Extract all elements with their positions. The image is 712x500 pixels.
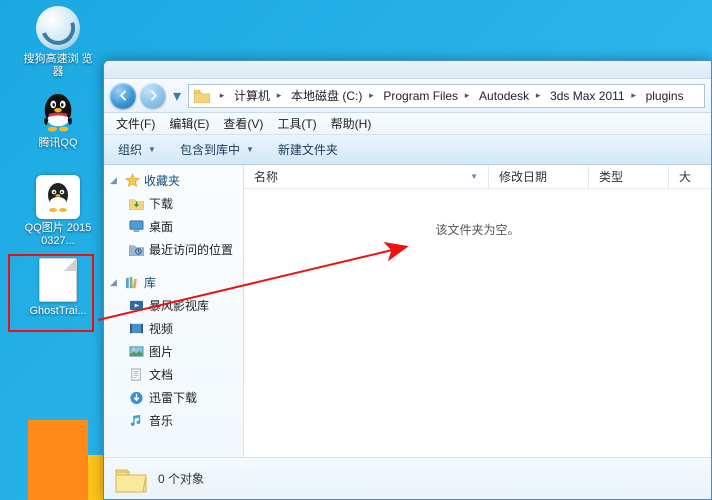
column-header-type[interactable]: 类型 [589,165,669,188]
sort-indicator-icon: ▼ [470,172,478,181]
expand-caret-icon: ◢ [110,175,120,186]
qq-penguin-icon [36,90,80,134]
storm-video-icon [128,298,144,314]
status-item-count: 0 个对象 [158,470,204,487]
column-label: 名称 [254,168,278,185]
desktop-icon-label: QQ图片 20150327... [22,222,94,248]
breadcrumb-segment[interactable]: 计算机 [229,85,272,107]
column-headers: 名称 ▼ 修改日期 类型 大 [244,165,711,189]
content-pane: 名称 ▼ 修改日期 类型 大 该文件夹为空。 [244,165,711,457]
breadcrumb-chevron-icon[interactable]: ▸ [627,85,641,107]
nav-header-libraries[interactable]: ◢ 库 [106,271,241,294]
toolbar-include-in-library[interactable]: 包含到库中 ▼ [174,138,260,161]
nav-item-storm-video[interactable]: 暴风影视库 [106,294,241,317]
breadcrumb: ▸ 计算机 ▸ 本地磁盘 (C:) ▸ Program Files ▸ Auto… [188,84,705,108]
menu-file[interactable]: 文件(F) [110,113,161,134]
image-file-icon [36,175,80,219]
dropdown-caret-icon: ▼ [246,145,254,154]
toolbar-new-folder[interactable]: 新建文件夹 [272,138,344,161]
sogou-icon [36,6,80,50]
music-icon [128,413,144,429]
desktop-icon-label: 腾讯QQ [22,137,94,150]
menu-tools[interactable]: 工具(T) [271,113,322,134]
recent-places-icon [128,242,144,258]
desktop-icon-tencent-qq[interactable]: 腾讯QQ [22,90,94,150]
nav-header-label: 库 [144,274,156,291]
column-header-size[interactable]: 大 [669,165,711,188]
libraries-icon [124,275,140,291]
toolbar-label: 包含到库中 [180,141,240,158]
column-header-name[interactable]: 名称 ▼ [244,165,489,188]
menu-help[interactable]: 帮助(H) [325,113,378,134]
pictures-icon [128,344,144,360]
xunlei-download-icon [128,390,144,406]
breadcrumb-segment[interactable]: 本地磁盘 (C:) [286,85,364,107]
folder-thumbnail-icon [114,464,148,494]
file-list-body[interactable]: 该文件夹为空。 [244,189,711,457]
nav-group-favorites: ◢ 收藏夹 下载 桌面 最近访问的位置 [106,169,241,261]
breadcrumb-segment[interactable]: Program Files [378,85,460,107]
nav-item-music[interactable]: 音乐 [106,409,241,432]
breadcrumb-chevron-icon[interactable]: ▸ [531,85,545,107]
nav-item-label: 视频 [149,320,173,337]
nav-item-label: 文档 [149,366,173,383]
nav-item-label: 音乐 [149,412,173,429]
nav-item-label: 图片 [149,343,173,360]
breadcrumb-root-dropdown[interactable]: ▸ [215,85,229,107]
nav-item-downloads[interactable]: 下载 [106,192,241,215]
dropdown-caret-icon: ▼ [148,145,156,154]
nav-item-recent[interactable]: 最近访问的位置 [106,238,241,261]
empty-folder-message: 该文件夹为空。 [435,221,519,238]
nav-header-favorites[interactable]: ◢ 收藏夹 [106,169,241,192]
nav-header-label: 收藏夹 [144,172,180,189]
nav-forward-button[interactable] [140,83,166,109]
desktop-icon-label: GhostTrai... [22,305,94,318]
explorer-window: ▾ ▸ 计算机 ▸ 本地磁盘 (C:) ▸ Program Files ▸ Au… [103,60,712,500]
expand-caret-icon: ◢ [110,277,120,288]
desktop-deco-orange [28,420,88,500]
breadcrumb-segment[interactable]: Autodesk [474,85,531,107]
window-titlebar[interactable] [104,61,711,79]
nav-history-dropdown[interactable]: ▾ [170,85,184,107]
nav-item-pictures[interactable]: 图片 [106,340,241,363]
navigation-pane: ◢ 收藏夹 下载 桌面 最近访问的位置 [104,165,244,457]
desktop-icon-sogou-browser[interactable]: 搜狗高速浏 览器 [22,6,94,79]
downloads-folder-icon [128,196,144,212]
nav-item-xunlei[interactable]: 迅雷下载 [106,386,241,409]
nav-item-documents[interactable]: 文档 [106,363,241,386]
desktop-icon-ghosttrails-file[interactable]: GhostTrai... [22,258,94,318]
folder-icon [192,86,212,106]
menubar: 文件(F) 编辑(E) 查看(V) 工具(T) 帮助(H) [104,113,711,135]
nav-item-label: 最近访问的位置 [149,241,233,258]
column-header-date[interactable]: 修改日期 [489,165,589,188]
nav-item-desktop[interactable]: 桌面 [106,215,241,238]
nav-item-label: 迅雷下载 [149,389,197,406]
status-bar: 0 个对象 [104,457,711,499]
toolbar-organize[interactable]: 组织 ▼ [112,138,162,161]
desktop-icon-label: 搜狗高速浏 览器 [22,53,94,79]
desktop-icon [128,219,144,235]
menu-view[interactable]: 查看(V) [217,113,269,134]
documents-icon [128,367,144,383]
star-icon [124,173,140,189]
breadcrumb-segment[interactable]: 3ds Max 2011 [545,85,627,107]
nav-group-libraries: ◢ 库 暴风影视库 视频 图片 文档 [106,271,241,432]
video-icon [128,321,144,337]
breadcrumb-chevron-icon[interactable]: ▸ [364,85,378,107]
nav-back-button[interactable] [110,83,136,109]
nav-item-label: 暴风影视库 [149,297,209,314]
nav-item-label: 桌面 [149,218,173,235]
toolbar: 组织 ▼ 包含到库中 ▼ 新建文件夹 [104,135,711,165]
toolbar-label: 组织 [118,141,142,158]
nav-item-videos[interactable]: 视频 [106,317,241,340]
breadcrumb-chevron-icon[interactable]: ▸ [460,85,474,107]
menu-edit[interactable]: 编辑(E) [163,113,215,134]
nav-item-label: 下载 [149,195,173,212]
file-icon [39,258,77,302]
window-body: ◢ 收藏夹 下载 桌面 最近访问的位置 [104,165,711,457]
desktop-icon-qq-image[interactable]: QQ图片 20150327... [22,175,94,248]
address-bar-row: ▾ ▸ 计算机 ▸ 本地磁盘 (C:) ▸ Program Files ▸ Au… [104,79,711,113]
breadcrumb-chevron-icon[interactable]: ▸ [272,85,286,107]
breadcrumb-segment[interactable]: plugins [641,85,686,107]
